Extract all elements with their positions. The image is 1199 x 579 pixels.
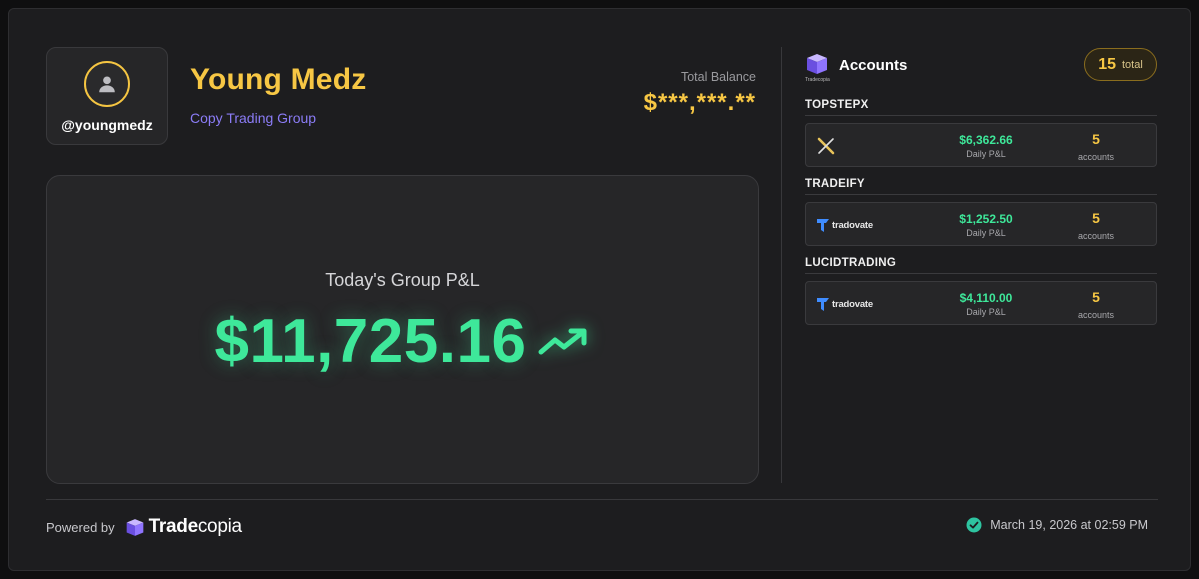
firm-label-tradeify: TRADEIFY [805,178,865,190]
profile-name: Young Medz [190,63,367,96]
topstepx-x-icon [817,137,835,155]
firm-row-lucidtrading: tradovate $4,110.00 Daily P&L 5 accounts [805,281,1157,325]
powered-by-label: Powered by [46,519,115,535]
firm-account-count-label: accounts [1077,152,1115,162]
firm-account-count-label: accounts [1077,310,1115,320]
tradecopia-cube-icon [126,518,143,536]
platform-badge [816,135,838,157]
brand-bold: Trade [148,516,199,537]
group-pnl-value: $11,725.16 [214,307,527,376]
brand-light: copia [197,516,242,537]
firm-account-count: 5 [1092,210,1100,226]
firm-label-topstepx: TOPSTEPX [805,99,869,111]
tradovate-icon [817,298,829,311]
firm-daily-pnl: $4,110.00 [959,291,1013,305]
total-accounts-label: total [1122,58,1143,71]
tradecopia-logo-icon: Tradecopia [805,53,830,83]
avatar [84,61,130,107]
firm-divider [805,194,1157,195]
check-circle-icon [966,517,982,533]
firm-row-topstepx: $6,362.66 Daily P&L 5 accounts [805,123,1157,167]
firm-divider [805,273,1157,274]
group-pnl-row: $11,725.16 [47,306,758,377]
firm-label-lucidtrading: LUCIDTRADING [805,257,897,269]
accounts-title: Accounts [839,56,908,74]
platform-badge: tradovate [816,214,873,236]
user-handle: @youngmedz [61,117,153,133]
timestamp-block: March 19, 2026 at 02:59 PM [966,517,1148,533]
firm-divider [805,115,1157,116]
powered-by: Powered by Tradecopia [46,516,242,538]
total-accounts-badge: 15 total [1084,48,1157,81]
firm-daily-pnl-label: Daily P&L [966,149,1006,159]
firm-account-count: 5 [1092,131,1100,147]
share-card: @youngmedz Young Medz Copy Trading Group… [8,8,1191,571]
group-pnl-panel: Today's Group P&L $11,725.16 [46,175,759,484]
firm-daily-pnl: $6,362.66 [959,133,1013,147]
total-accounts-count: 15 [1098,55,1116,73]
tradovate-icon [817,219,829,232]
firm-daily-pnl: $1,252.50 [959,212,1013,226]
timestamp: March 19, 2026 at 02:59 PM [990,518,1148,532]
accounts-header: Tradecopia Accounts [805,53,908,83]
user-icon [99,76,115,93]
profile-card: @youngmedz [46,47,168,145]
trending-up-icon [538,328,587,354]
group-pnl-label: Today's Group P&L [325,270,480,290]
platform-name: tradovate [832,219,873,231]
group-label: Copy Trading Group [190,110,317,126]
firm-account-count-label: accounts [1077,231,1115,241]
tradecopia-brand: Tradecopia [125,516,242,538]
firm-daily-pnl-label: Daily P&L [966,228,1006,238]
total-balance-label: Total Balance [680,70,756,84]
firm-account-count: 5 [1092,289,1100,305]
firm-daily-pnl-label: Daily P&L [966,307,1006,317]
firm-row-tradeify: tradovate $1,252.50 Daily P&L 5 accounts [805,202,1157,246]
vertical-divider [781,47,782,483]
footer-divider [46,499,1158,500]
accounts-logo-caption: Tradecopia [805,77,830,83]
platform-badge: tradovate [816,293,873,315]
total-balance-value: $***,***.** [643,89,756,116]
platform-name: tradovate [832,298,873,310]
